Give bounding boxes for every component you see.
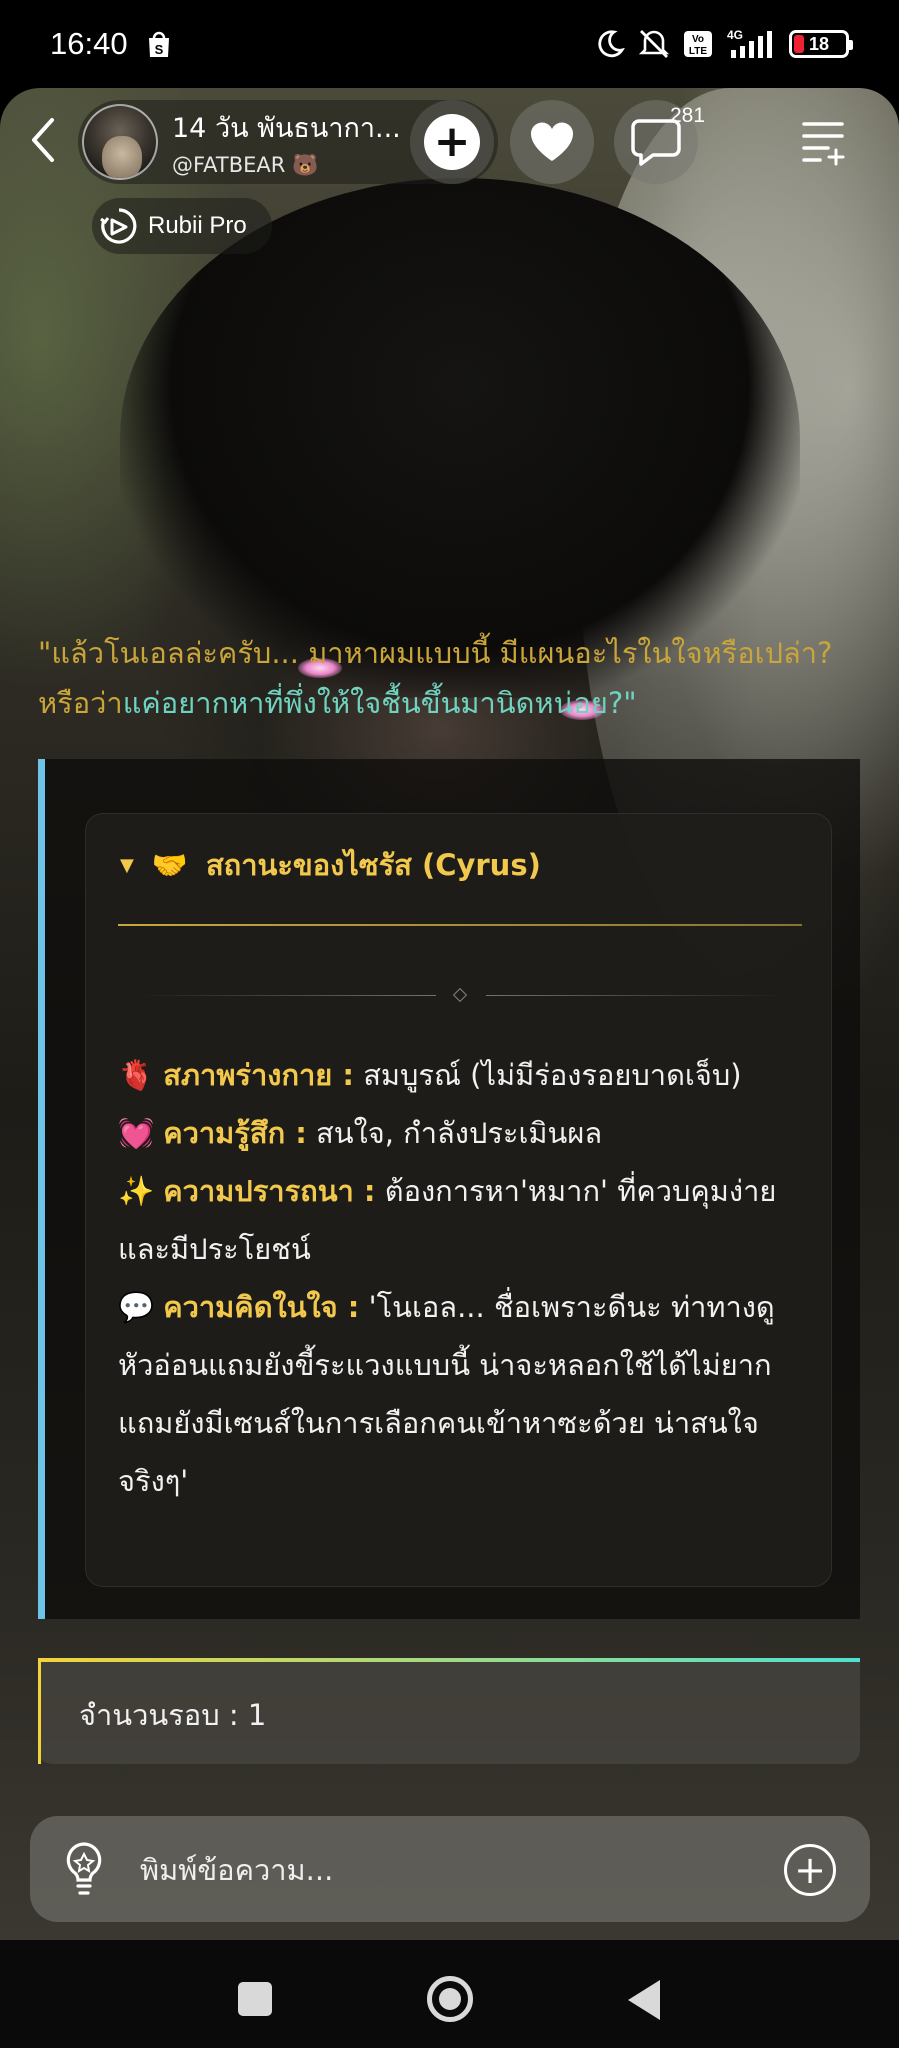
signal-icon: 4G — [725, 28, 777, 60]
heart-icon — [530, 122, 574, 161]
home-button[interactable] — [427, 1976, 473, 2022]
battery-icon: 18 — [789, 30, 853, 58]
menu-button[interactable] — [800, 118, 848, 166]
network-label: 4G — [727, 28, 743, 42]
recents-button[interactable] — [238, 1982, 272, 2016]
status-key: ความรู้สึก : — [163, 1116, 307, 1150]
round-count-text: จำนวนรอบ : 1 — [79, 1698, 267, 1732]
message-composer: + — [30, 1816, 870, 1922]
system-back-button[interactable] — [628, 1980, 660, 2020]
round-counter: จำนวนรอบ : 1 — [38, 1658, 860, 1764]
status-row: 💬 ความคิดในใจ : 'โนเอล... ชื่อเพราะดีนะ … — [118, 1278, 808, 1510]
system-nav-bar — [0, 1940, 899, 2048]
status-row: ✨ ความปรารถนา : ต้องการหา'หมาก' ที่ควบคุ… — [118, 1162, 808, 1278]
svg-text:Vo: Vo — [692, 34, 704, 45]
rubii-logo-icon — [100, 208, 137, 244]
add-attachment-button[interactable]: + — [784, 1844, 836, 1896]
status-heading: สถานะของไซรัส (Cyrus) — [205, 848, 541, 882]
character-dialogue: "แล้วโนเอลล่ะครับ... มาหาผมแบบนี้ มีแผนอ… — [38, 628, 838, 728]
beating-heart-icon: 💓 — [118, 1116, 155, 1150]
status-row: 💓 ความรู้สึก : สนใจ, กำลังประเมินผล — [118, 1104, 808, 1162]
follow-button[interactable]: + — [410, 100, 494, 184]
like-button[interactable] — [510, 100, 594, 184]
status-time: 16:40 — [50, 26, 128, 61]
status-details: ▼ 🤝 สถานะของไซรัส (Cyrus) 🫀 สภาพร่างกาย … — [85, 813, 832, 1587]
battery-level: 18 — [808, 33, 830, 54]
chat-title: 14 วัน พันธนากา... — [172, 113, 401, 144]
volte-icon: Vo LTE — [683, 30, 713, 58]
creator-username: @FATBEAR 🐻 — [172, 153, 319, 177]
status-key: สภาพร่างกาย : — [163, 1058, 354, 1092]
svg-text:LTE: LTE — [689, 46, 707, 57]
sparkles-icon: ✨ — [118, 1174, 155, 1208]
anatomical-heart-icon: 🫀 — [118, 1058, 155, 1092]
status-value: สนใจ, กำลังประเมินผล — [306, 1116, 603, 1150]
plus-icon: + — [424, 114, 480, 170]
caret-down-icon: ▼ — [120, 854, 134, 876]
avatar[interactable] — [82, 104, 158, 180]
status-key: ความปรารถนา : — [163, 1174, 376, 1208]
ornament-divider — [136, 987, 786, 1003]
speech-bubble-icon: 💬 — [118, 1290, 155, 1324]
background-portrait — [120, 178, 800, 698]
menu-lines-icon — [802, 122, 845, 166]
chevron-left-icon — [32, 118, 54, 162]
rubii-pro-label: Rubii Pro — [148, 212, 247, 239]
status-row: 🫀 สภาพร่างกาย : สมบูรณ์ (ไม่มีร่องรอยบาด… — [118, 1046, 808, 1104]
status-list: 🫀 สภาพร่างกาย : สมบูรณ์ (ไม่มีร่องรอยบาด… — [118, 1046, 808, 1510]
back-button[interactable] — [18, 110, 68, 170]
status-toggle[interactable]: ▼ 🤝 สถานะของไซรัส (Cyrus) — [120, 842, 541, 888]
status-value: สมบูรณ์ (ไม่มีร่องรอยบาดเจ็บ) — [353, 1058, 742, 1092]
status-key: ความคิดในใจ : — [163, 1290, 360, 1324]
heading-divider — [118, 924, 802, 926]
status-bar: 16:40 S Vo LTE 4G 18 — [0, 0, 899, 88]
rubii-pro-badge[interactable]: Rubii Pro — [92, 198, 272, 254]
lightbulb-icon[interactable] — [60, 1840, 108, 1900]
shopee-bag-icon: S — [146, 29, 172, 59]
svg-text:S: S — [154, 42, 163, 57]
message-input[interactable] — [140, 1842, 780, 1898]
handshake-icon: 🤝 — [151, 847, 188, 882]
status-panel: ▼ 🤝 สถานะของไซรัส (Cyrus) 🫀 สภาพร่างกาย … — [38, 759, 860, 1619]
moon-icon — [595, 29, 625, 59]
dialogue-part-2: แค่อยากหาที่พึ่งให้ใจชื้นขึ้นมานิดหน่อย?… — [122, 686, 637, 720]
comment-count: 281 — [670, 104, 706, 127]
mute-icon — [637, 28, 671, 60]
